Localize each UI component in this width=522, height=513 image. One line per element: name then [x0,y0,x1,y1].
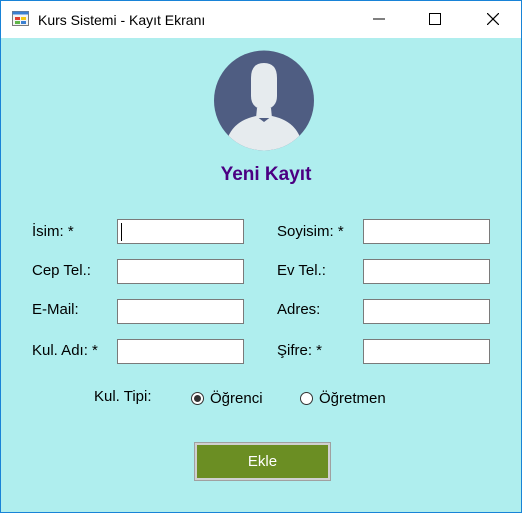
registration-window: Kurs Sistemi - Kayıt Ekranı Yeni Kayıt İ… [0,0,522,513]
last-name-input[interactable] [363,219,490,244]
user-type-label: Kul. Tipi: [94,388,152,405]
first-name-input[interactable] [117,219,244,244]
mobile-phone-input[interactable] [117,259,244,284]
mobile-phone-label: Cep Tel.: [32,262,91,279]
maximize-button[interactable] [412,1,458,38]
form-heading: Yeni Kayıt [220,164,312,185]
address-label: Adres: [277,301,321,318]
close-icon [487,13,499,25]
maximize-icon [429,13,441,25]
radio-teacher-label[interactable]: Öğretmen [319,390,386,407]
radio-student[interactable]: Öğrenci [191,390,263,407]
add-button[interactable]: Ekle [194,442,331,481]
last-name-label: Soyisim: * [277,223,344,240]
first-name-label: İsim: * [32,223,74,240]
app-window-icon [12,11,29,26]
address-input[interactable] [363,299,490,324]
radio-teacher-indicator[interactable] [300,392,313,405]
text-caret [121,223,122,241]
minimize-button[interactable] [356,1,402,38]
radio-teacher[interactable]: Öğretmen [300,390,386,407]
window-title: Kurs Sistemi - Kayıt Ekranı [38,12,206,28]
minimize-icon [373,18,385,20]
radio-student-indicator[interactable] [191,392,204,405]
radio-student-label[interactable]: Öğrenci [210,390,263,407]
username-input[interactable] [117,339,244,364]
home-phone-label: Ev Tel.: [277,262,326,279]
password-label: Şifre: * [277,342,323,359]
close-button[interactable] [470,1,516,38]
home-phone-input[interactable] [363,259,490,284]
email-label: E-Mail: [32,301,79,318]
email-input[interactable] [117,299,244,324]
title-bar[interactable]: Kurs Sistemi - Kayıt Ekranı [1,1,521,38]
password-input[interactable] [363,339,490,364]
username-label: Kul. Adı: * [32,342,98,359]
user-avatar-icon [213,50,315,151]
